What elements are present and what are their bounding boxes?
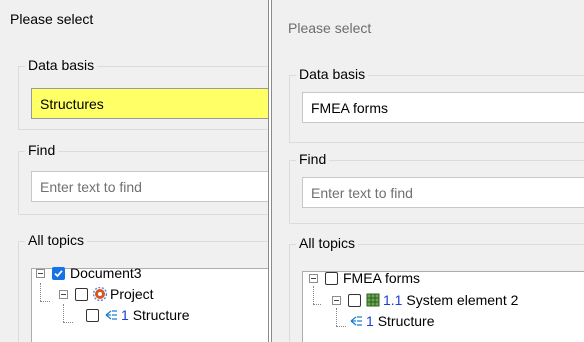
checkbox[interactable]: [86, 308, 99, 322]
checkbox[interactable]: [348, 293, 361, 307]
collapse-icon[interactable]: [332, 295, 341, 305]
data-basis-group: Data basis: [289, 66, 584, 143]
node-label: FMEA forms: [343, 270, 421, 286]
find-group: Find: [289, 151, 584, 224]
find-input[interactable]: [302, 177, 584, 208]
dialog-title: Please select: [288, 20, 372, 36]
data-basis-field[interactable]: [302, 92, 584, 123]
tree-node[interactable]: 1 Structure: [349, 311, 435, 331]
structure-tree-icon: [105, 310, 117, 320]
find-label: Find: [296, 151, 330, 167]
checkbox[interactable]: [52, 266, 65, 280]
node-label: Structure: [377, 313, 435, 329]
data-basis-label: Data basis: [296, 66, 369, 82]
data-basis-group: Data basis: [18, 57, 268, 130]
node-number: 1: [366, 313, 374, 329]
all-topics-group: All topics Document3 Project 1 Structure: [18, 232, 268, 342]
structure-tree-icon: [350, 316, 362, 326]
checkmark-icon: [54, 269, 63, 277]
node-number: 1: [121, 307, 129, 323]
node-label: Document3: [70, 265, 142, 281]
tree-node[interactable]: Project: [59, 284, 154, 304]
node-label: Structure: [132, 307, 190, 323]
all-topics-label: All topics: [25, 232, 88, 248]
all-topics-label: All topics: [296, 235, 359, 251]
data-basis-label: Data basis: [25, 57, 98, 73]
node-label: Project: [110, 286, 154, 302]
checkbox[interactable]: [325, 271, 338, 285]
collapse-icon[interactable]: [309, 273, 318, 283]
select-dialog-left: Please select Data basis Find All topics…: [0, 0, 269, 342]
collapse-icon[interactable]: [36, 268, 45, 278]
dialog-title: Please select: [10, 11, 94, 27]
gear-icon: [93, 287, 107, 301]
tree-node[interactable]: FMEA forms: [309, 268, 420, 288]
collapse-icon[interactable]: [59, 289, 68, 299]
find-input[interactable]: [31, 171, 268, 202]
checkbox[interactable]: [75, 287, 88, 301]
topics-tree[interactable]: FMEA forms 1.1 System element 2 1 Struct…: [302, 268, 584, 342]
tree-node[interactable]: 1 Structure: [86, 305, 190, 325]
all-topics-group: All topics FMEA forms 1.1 System element…: [289, 235, 584, 342]
node-label: System element 2: [406, 292, 519, 308]
system-element-icon: [366, 293, 380, 307]
data-basis-field[interactable]: [31, 88, 268, 119]
tree-node[interactable]: 1.1 System element 2: [332, 290, 518, 310]
select-dialog-right: Please select Data basis Find All topics…: [271, 0, 584, 342]
tree-node[interactable]: Document3: [36, 263, 142, 283]
node-number: 1.1: [383, 292, 403, 308]
topics-tree[interactable]: Document3 Project 1 Structure: [31, 265, 268, 342]
find-group: Find: [18, 142, 268, 215]
find-label: Find: [25, 142, 59, 158]
